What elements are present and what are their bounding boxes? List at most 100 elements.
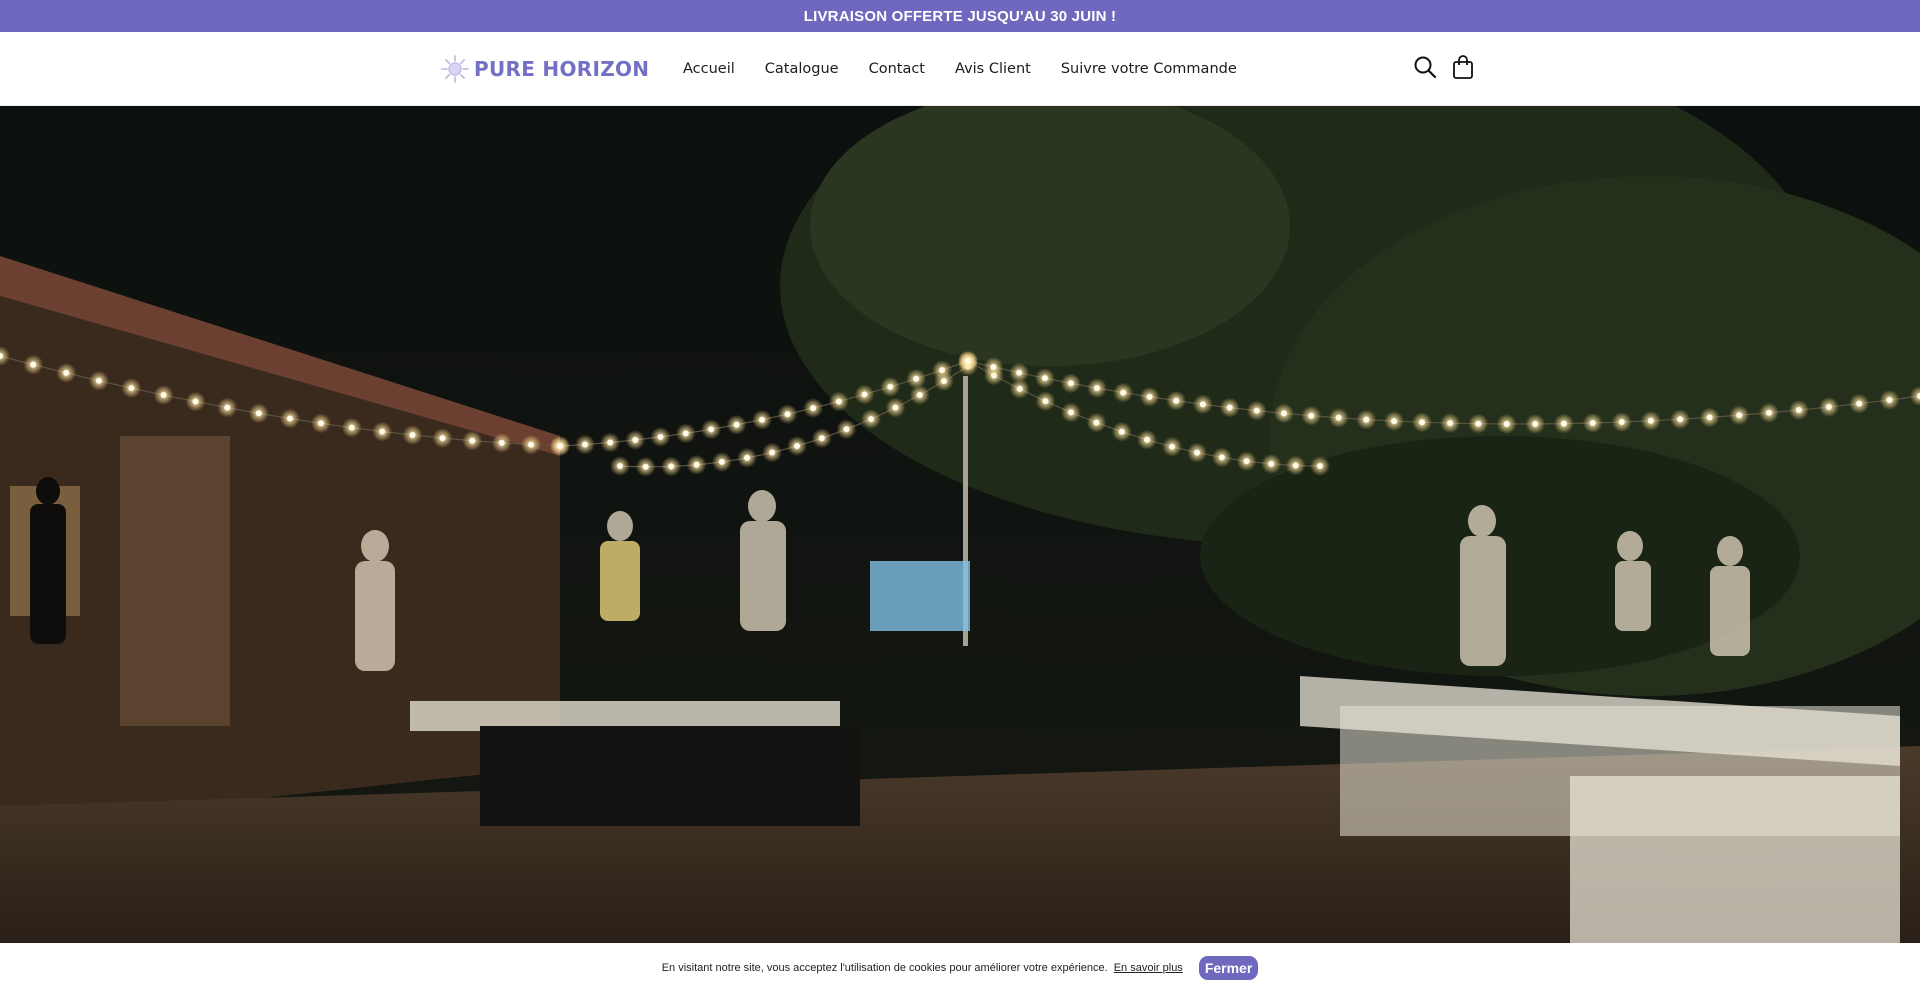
light-bulb xyxy=(1068,409,1075,416)
light-bulb xyxy=(317,420,324,427)
light-bulb xyxy=(1292,462,1299,469)
light-bulb xyxy=(1016,385,1023,392)
light-bulb xyxy=(1041,375,1048,382)
hero-illustration xyxy=(0,106,1920,943)
nav-catalogue[interactable]: Catalogue xyxy=(765,61,839,77)
light-bulb xyxy=(527,441,534,448)
light-bulb xyxy=(1886,396,1893,403)
light-bulb xyxy=(498,439,505,446)
light-bulb xyxy=(1765,409,1772,416)
light-bulb xyxy=(668,463,675,470)
light-bulb xyxy=(818,435,825,442)
light-bulb xyxy=(1589,419,1596,426)
light-bulb xyxy=(1280,410,1287,417)
light-bulb xyxy=(348,424,355,431)
light-bulb xyxy=(557,443,563,449)
light-bulb xyxy=(965,358,971,364)
light-bulb xyxy=(617,463,623,469)
light-bulb xyxy=(607,439,614,446)
cookie-banner: En visitant notre site, vous acceptez l'… xyxy=(0,943,1920,993)
sun-logo-icon xyxy=(441,55,469,83)
light-bulb xyxy=(843,426,850,433)
cart-button[interactable] xyxy=(1450,52,1476,82)
site-logo[interactable]: PURE HORIZON xyxy=(440,52,649,86)
light-bulb xyxy=(95,377,102,384)
announcement-bar: LIVRAISON OFFERTE JUSQU'AU 30 JUIN ! xyxy=(0,0,1920,32)
light-bulb xyxy=(224,404,231,411)
nav-suivre-commande[interactable]: Suivre votre Commande xyxy=(1061,61,1237,77)
light-bulb xyxy=(1706,414,1713,421)
light-bulb xyxy=(682,430,689,437)
light-bulb xyxy=(861,391,868,398)
cookie-close-button[interactable]: Fermer xyxy=(1198,956,1259,980)
light-bulb xyxy=(1042,398,1049,405)
light-bulb xyxy=(1243,458,1250,465)
nav-avis-client[interactable]: Avis Client xyxy=(955,61,1031,77)
light-bulb xyxy=(913,375,920,382)
light-bulb xyxy=(1067,380,1074,387)
light-bulb xyxy=(1173,397,1180,404)
light-bulb xyxy=(1194,449,1201,456)
light-bulb xyxy=(1647,417,1654,424)
light-bulb xyxy=(1335,414,1342,421)
light-bulb xyxy=(940,378,947,385)
light-bulb xyxy=(409,432,416,439)
site-header: PURE HORIZON Accueil Catalogue Contact A… xyxy=(0,32,1920,106)
light-bulb xyxy=(1199,401,1206,408)
light-bulb xyxy=(1308,412,1315,419)
light-bulb xyxy=(1677,416,1684,423)
light-bulb xyxy=(1118,428,1125,435)
light-bulb xyxy=(1795,407,1802,414)
light-bulb xyxy=(769,449,776,456)
nav-accueil[interactable]: Accueil xyxy=(683,61,735,77)
light-bulb xyxy=(1253,407,1260,414)
nav-contact[interactable]: Contact xyxy=(869,61,925,77)
light-bulb xyxy=(30,361,37,368)
light-bulb xyxy=(1317,463,1323,469)
light-bulb xyxy=(1856,400,1863,407)
search-button[interactable] xyxy=(1412,52,1438,82)
light-bulb xyxy=(718,458,725,465)
light-bulb xyxy=(916,391,923,398)
light-bulb xyxy=(1503,420,1510,427)
light-bulb xyxy=(469,437,476,444)
light-bulb xyxy=(1419,419,1425,426)
light-bulb xyxy=(868,416,875,423)
light-bulb xyxy=(887,383,894,390)
light-bulb xyxy=(1736,412,1743,419)
light-bulb xyxy=(160,392,167,399)
light-bulb xyxy=(794,443,800,449)
light-bulb xyxy=(1560,420,1567,427)
light-bulb xyxy=(287,415,293,422)
search-icon xyxy=(1414,56,1437,79)
light-bulb xyxy=(1226,404,1233,411)
light-bulb xyxy=(759,416,765,423)
light-bulb xyxy=(693,461,700,468)
light-bulb xyxy=(379,428,386,435)
light-bulb xyxy=(128,385,135,392)
light-bulb xyxy=(1825,403,1832,410)
light-bulb xyxy=(63,369,70,376)
light-bulb xyxy=(1093,385,1100,392)
announcement-text: LIVRAISON OFFERTE JUSQU'AU 30 JUIN ! xyxy=(803,7,1117,25)
light-bulb xyxy=(642,463,649,470)
light-bulb xyxy=(1093,419,1100,426)
logo-text: PURE HORIZON xyxy=(474,57,650,81)
light-bulb xyxy=(708,426,715,433)
light-bulb xyxy=(1475,420,1482,427)
light-bulb xyxy=(1016,369,1023,376)
light-bulb xyxy=(632,436,639,443)
main-nav: Accueil Catalogue Contact Avis Client Su… xyxy=(683,32,1237,106)
light-bulb xyxy=(192,398,199,405)
cookie-text: En visitant notre site, vous acceptez l'… xyxy=(661,962,1108,974)
light-bulb xyxy=(892,404,899,411)
light-bulb xyxy=(255,410,262,417)
light-bulb xyxy=(1144,436,1150,443)
header-icons xyxy=(1412,52,1476,82)
light-bulb xyxy=(439,435,446,442)
cookie-learn-more-link[interactable]: En savoir plus xyxy=(1114,962,1183,974)
light-bulb xyxy=(744,454,751,461)
light-bulb xyxy=(784,411,791,418)
light-bulb xyxy=(1618,419,1625,426)
light-bulb xyxy=(990,364,997,371)
